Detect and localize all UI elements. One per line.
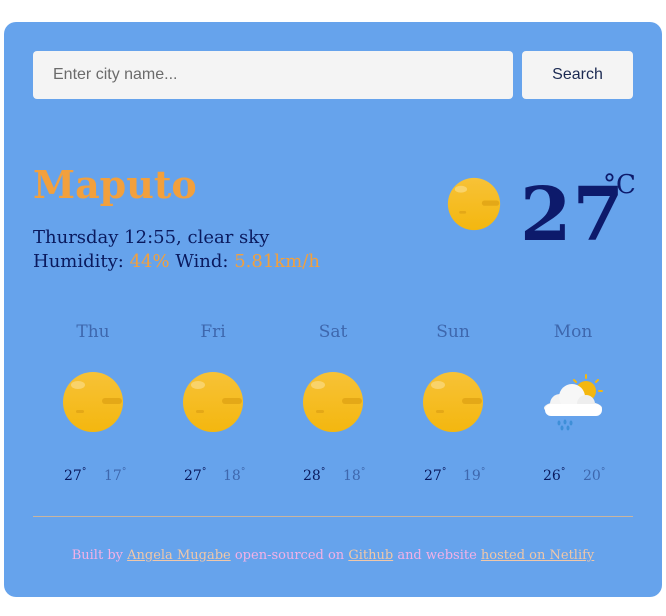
author-link[interactable]: Angela Mugabe (127, 548, 231, 563)
forecast-day: Sat (318, 322, 348, 342)
humidity-wind-line: Humidity: 44% Wind: 5.81km/h (33, 250, 320, 274)
sun-icon (303, 372, 363, 432)
date-description: Thursday 12:55, clear sky (33, 227, 270, 248)
forecast-max-temp: 27° (184, 467, 207, 484)
footer-text: and website (397, 548, 477, 563)
forecast-min-temp: 18° (343, 467, 366, 484)
weather-card (4, 22, 662, 597)
divider (33, 516, 633, 517)
sun-icon (183, 372, 243, 432)
forecast-max-temp: 26° (543, 467, 566, 484)
forecast-max-temp: 27° (424, 467, 447, 484)
footer-text: open-sourced on (234, 548, 345, 563)
wind-value: 5.81km/h (234, 251, 320, 272)
humidity-value: 44% (129, 251, 170, 272)
forecast-min-temp: 19° (463, 467, 486, 484)
sun-icon (423, 372, 483, 432)
search-button[interactable]: Search (522, 51, 633, 99)
forecast-day: Sun (436, 322, 470, 342)
forecast-min-temp: 18° (223, 467, 246, 484)
forecast-max-temp: 27° (64, 467, 87, 484)
temperature-unit[interactable]: °C (603, 170, 636, 200)
rain-cloud-icon (544, 374, 603, 431)
forecast-max-temp: 28° (303, 467, 326, 484)
forecast-day: Fri (200, 322, 226, 342)
forecast-min-temp: 20° (583, 467, 606, 484)
wind-label: Wind: (175, 251, 229, 272)
footer-text: Built by (71, 548, 123, 563)
github-link[interactable]: Github (348, 548, 393, 563)
forecast-min-temp: 17° (104, 467, 127, 484)
forecast-day: Thu (76, 322, 110, 342)
city-name: Maputo (33, 162, 197, 207)
forecast-day: Mon (553, 322, 593, 342)
sun-icon (447, 177, 501, 231)
footer: Built by Angela Mugabe open-sourced on G… (0, 548, 666, 563)
sun-icon (63, 372, 123, 432)
city-search-input[interactable] (33, 51, 513, 99)
humidity-label: Humidity: (33, 251, 124, 272)
netlify-link[interactable]: hosted on Netlify (481, 548, 594, 563)
